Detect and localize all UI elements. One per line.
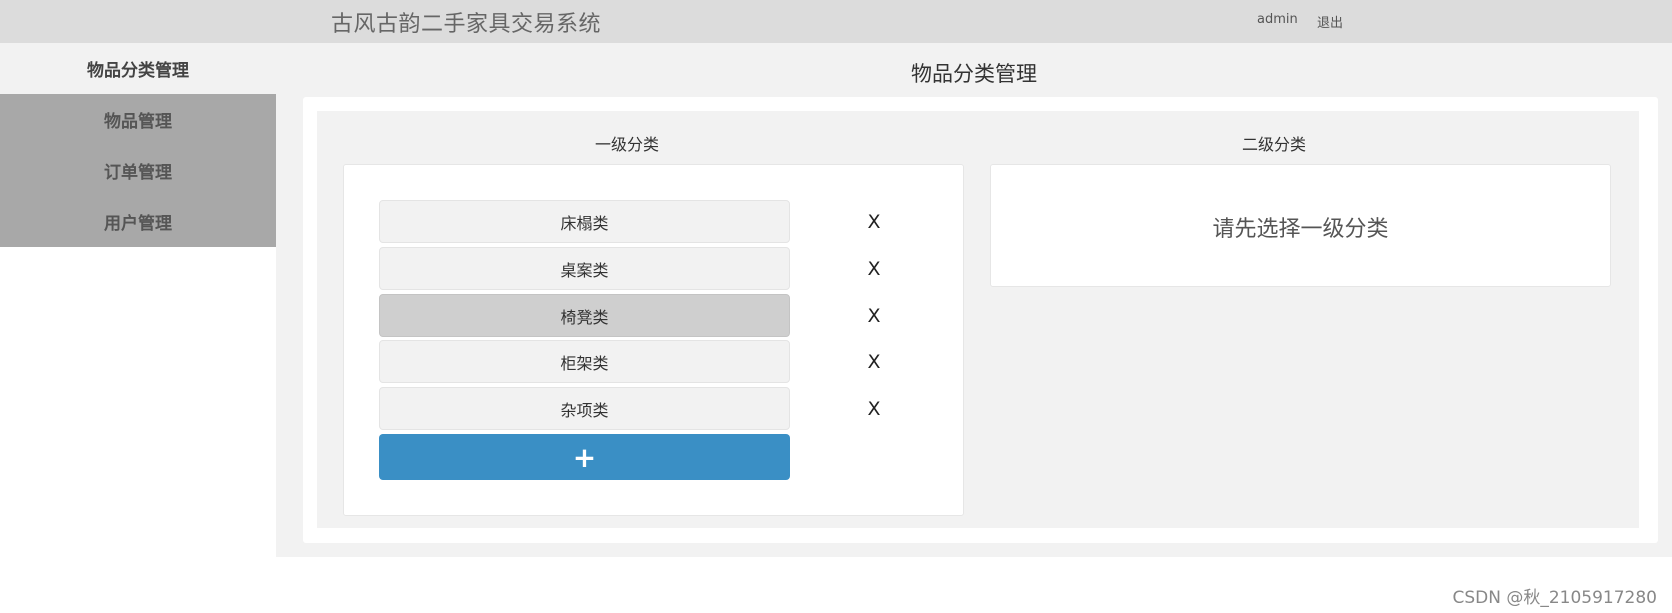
top-bar: 古风古韵二手家具交易系统 admin 退出	[0, 0, 1672, 43]
page-title: 物品分类管理	[911, 62, 1037, 86]
category-button-table[interactable]: 桌案类	[379, 247, 790, 290]
delete-category-button[interactable]: X	[859, 294, 889, 337]
sidebar-item-user-management[interactable]: 用户管理	[0, 196, 276, 247]
sidebar-menu-group: 物品管理 订单管理 用户管理	[0, 94, 276, 247]
add-category-button[interactable]: +	[379, 434, 790, 480]
sidebar-item-order-management[interactable]: 订单管理	[0, 145, 276, 196]
delete-category-button[interactable]: X	[859, 340, 889, 383]
sidebar: 物品分类管理 物品管理 订单管理 用户管理	[0, 43, 276, 247]
category-panel: 一级分类 二级分类 床榻类 X 桌案类 X 椅凳类 X 柜架类 X 杂项类 X …	[303, 97, 1658, 543]
logout-link[interactable]: 退出	[1317, 12, 1343, 31]
user-name-link[interactable]: admin	[1257, 12, 1298, 27]
level2-card: 请先选择一级分类	[990, 164, 1611, 287]
level1-title: 一级分类	[594, 135, 659, 154]
watermark: CSDN @秋_2105917280	[1452, 588, 1657, 608]
category-button-chair[interactable]: 椅凳类	[379, 294, 790, 337]
sidebar-item-category-management[interactable]: 物品分类管理	[0, 43, 276, 94]
level1-card: 床榻类 X 桌案类 X 椅凳类 X 柜架类 X 杂项类 X +	[343, 164, 964, 516]
category-row: 椅凳类 X	[379, 294, 919, 337]
delete-category-button[interactable]: X	[859, 247, 889, 290]
category-row: 桌案类 X	[379, 247, 919, 290]
category-row: 杂项类 X	[379, 387, 919, 430]
delete-category-button[interactable]: X	[859, 200, 889, 243]
level2-title: 二级分类	[1241, 135, 1306, 154]
level2-hint: 请先选择一级分类	[1212, 217, 1389, 242]
delete-category-button[interactable]: X	[859, 387, 889, 430]
category-button-cabinet[interactable]: 柜架类	[379, 340, 790, 383]
category-row: 柜架类 X	[379, 340, 919, 383]
category-button-bed[interactable]: 床榻类	[379, 200, 790, 243]
category-panel-inner: 一级分类 二级分类 床榻类 X 桌案类 X 椅凳类 X 柜架类 X 杂项类 X …	[317, 111, 1639, 528]
category-row: 床榻类 X	[379, 200, 919, 243]
sidebar-item-goods-management[interactable]: 物品管理	[0, 94, 276, 145]
category-button-misc[interactable]: 杂项类	[379, 387, 790, 430]
main-content: 物品分类管理 一级分类 二级分类 床榻类 X 桌案类 X 椅凳类 X 柜架类 X…	[276, 43, 1672, 557]
app-title: 古风古韵二手家具交易系统	[331, 12, 602, 37]
